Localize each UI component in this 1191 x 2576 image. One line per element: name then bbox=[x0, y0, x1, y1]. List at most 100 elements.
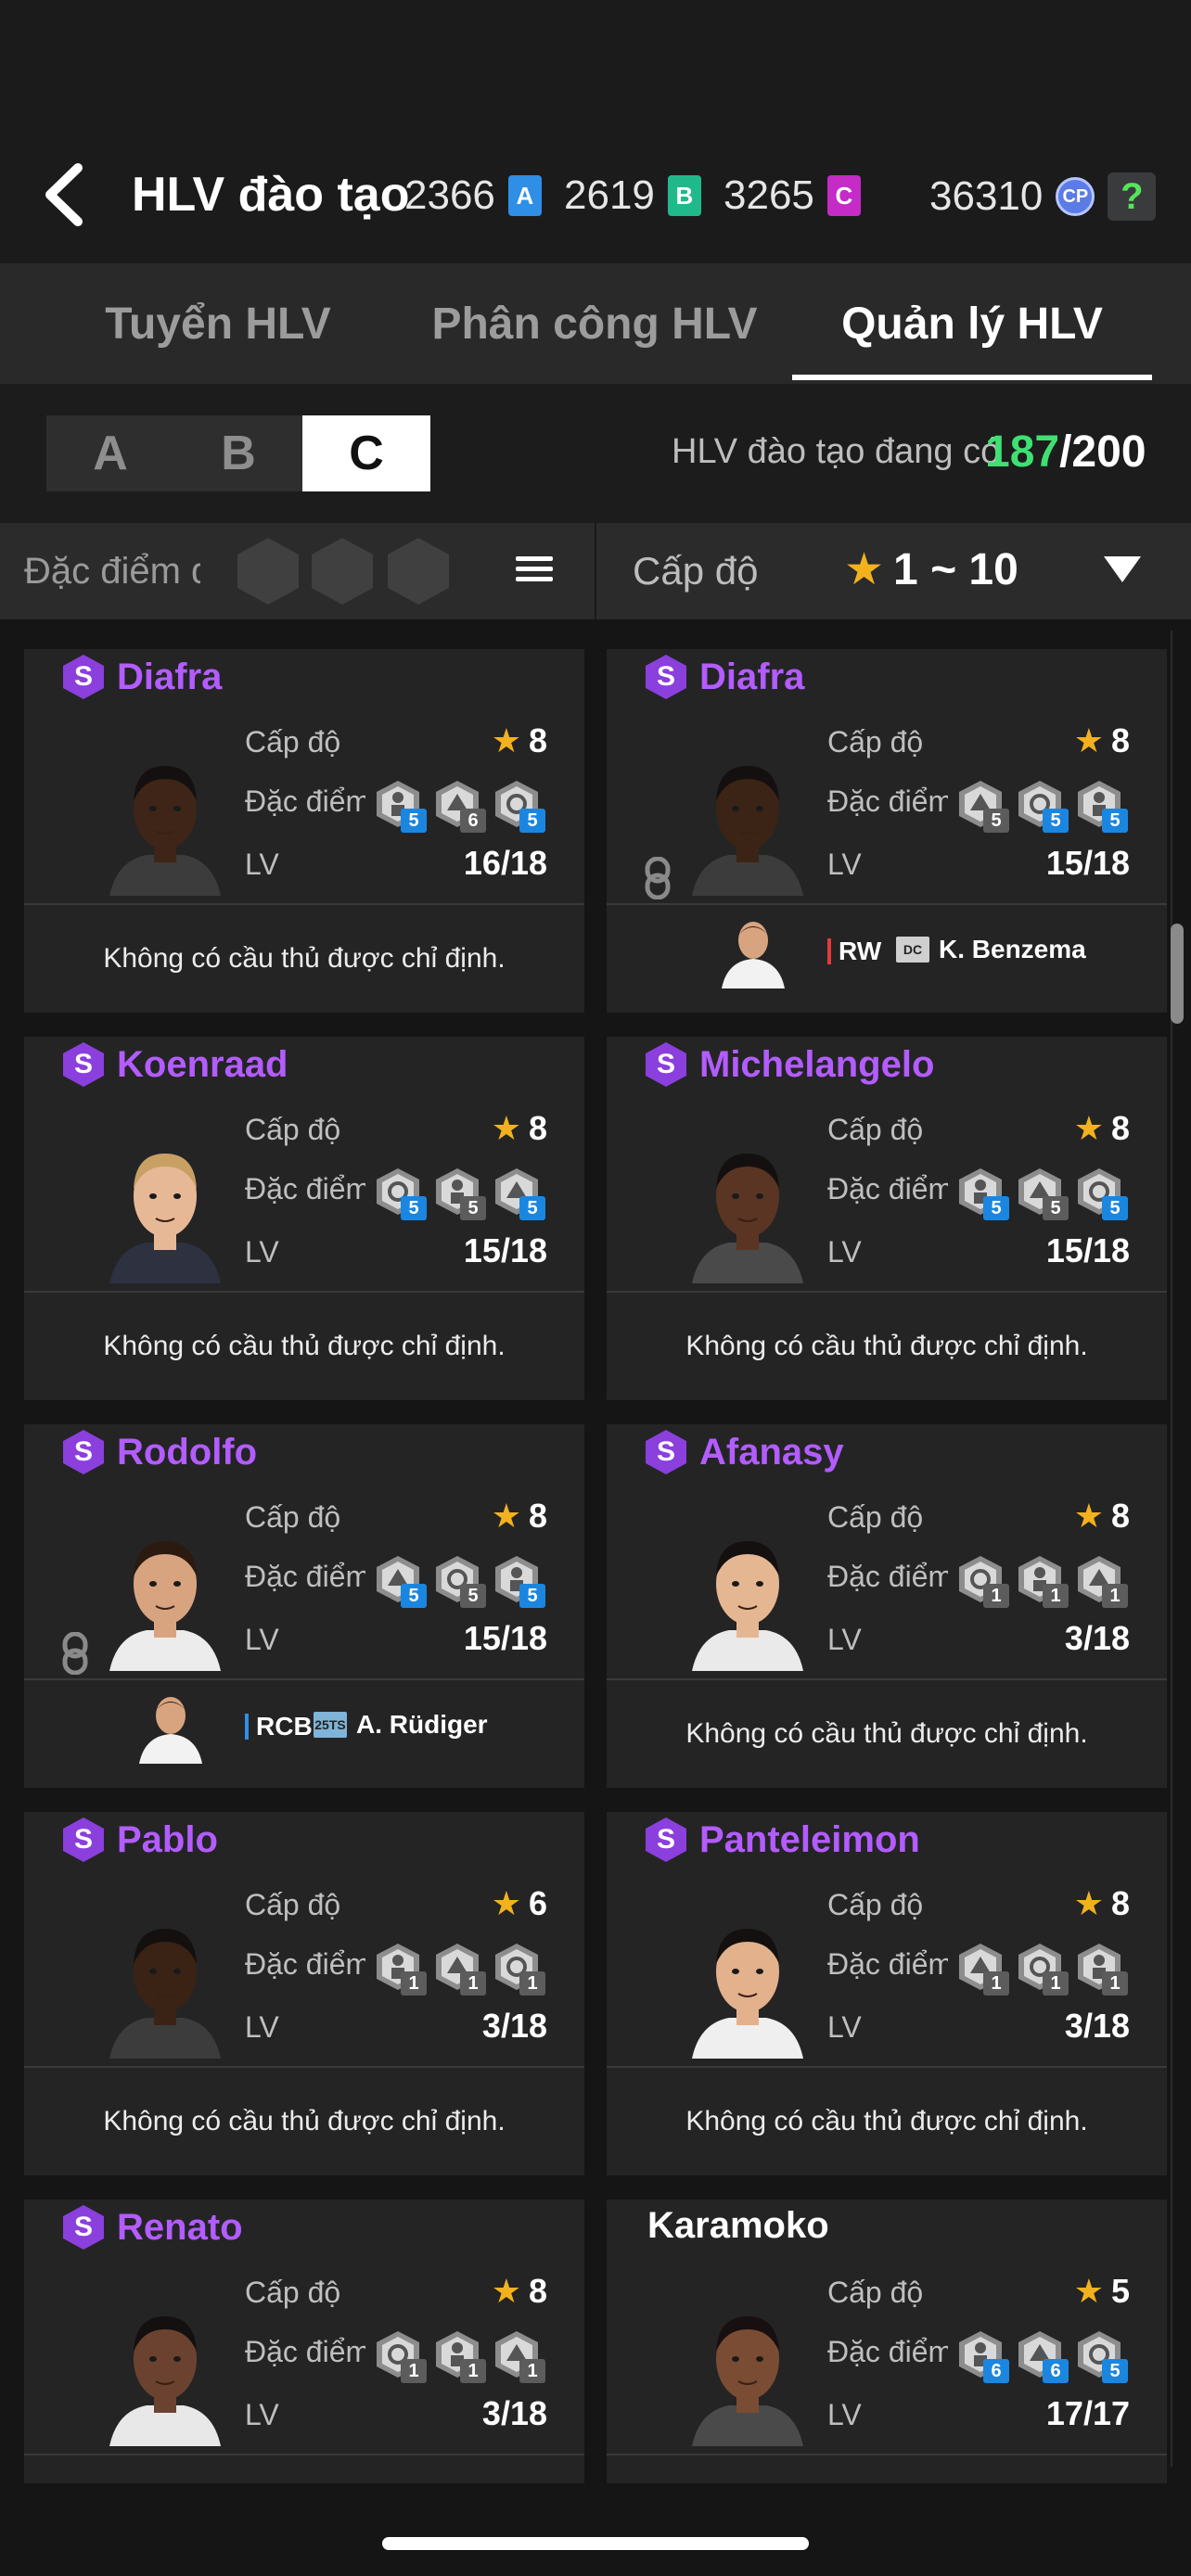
trait-icon[interactable]: 6 bbox=[955, 2329, 1009, 2383]
level-label: Cấp độ bbox=[245, 2276, 341, 2309]
lv-label: LV bbox=[827, 2398, 862, 2431]
coach-name-text: Panteleimon bbox=[699, 1818, 920, 1860]
trait-icon[interactable]: 1 bbox=[432, 2329, 486, 2383]
home-indicator[interactable] bbox=[382, 2537, 809, 2550]
trait-icon[interactable]: 5 bbox=[432, 1167, 486, 1220]
trait-icon[interactable]: 6 bbox=[432, 779, 486, 833]
trait-icon[interactable]: 1 bbox=[373, 1942, 427, 1996]
trait-icon[interactable]: 5 bbox=[432, 1554, 486, 1608]
scrollbar-thumb[interactable] bbox=[1171, 924, 1184, 1024]
trait-icon[interactable]: 1 bbox=[955, 1942, 1009, 1996]
trait-icon[interactable]: 5 bbox=[1015, 779, 1069, 833]
coach-name: S Diafra bbox=[646, 655, 804, 699]
coach-traits: 5 5 5 bbox=[373, 1554, 545, 1608]
trait-icon[interactable]: 1 bbox=[955, 1554, 1009, 1608]
dropdown-arrow-icon[interactable] bbox=[1104, 556, 1141, 582]
no-player-assigned: Không có cầu thủ được chỉ định. bbox=[24, 2455, 584, 2483]
trait-label: Đặc điểm bbox=[827, 1172, 948, 1205]
trait-icon[interactable]: 1 bbox=[1074, 1942, 1128, 1996]
trait-icon[interactable]: 1 bbox=[492, 1942, 545, 1996]
level-filter-value[interactable]: ★ 1 ~ 10 bbox=[844, 543, 1018, 595]
trait-icon[interactable]: 5 bbox=[955, 779, 1009, 833]
menu-icon[interactable] bbox=[512, 551, 557, 592]
trait-icon[interactable]: 5 bbox=[1015, 1167, 1069, 1220]
trait-icon[interactable]: 5 bbox=[373, 1167, 427, 1220]
coach-level-value: 8 bbox=[1110, 1109, 1130, 1147]
coach-name: S Michelangelo bbox=[646, 1042, 934, 1087]
trait-icon[interactable]: 1 bbox=[1015, 1554, 1069, 1608]
no-player-assigned: Không có cầu thủ được chỉ định. bbox=[685, 1718, 1088, 1749]
trait-icon[interactable]: 5 bbox=[373, 779, 427, 833]
trait-icon[interactable]: 5 bbox=[1074, 779, 1128, 833]
trait-level: 5 bbox=[1102, 2359, 1128, 2383]
trait-icon[interactable]: 5 bbox=[492, 1554, 545, 1608]
coach-card[interactable]: S Diafra Cấp độ ★ 8 Đặc điểm 5 6 5 LV 16/18 Không c… bbox=[24, 649, 584, 1013]
trait-icon[interactable]: 5 bbox=[373, 1554, 427, 1608]
trait-icon[interactable]: 6 bbox=[1015, 2329, 1069, 2383]
star-icon: ★ bbox=[491, 721, 521, 759]
lv-label: LV bbox=[827, 1235, 862, 1269]
coach-list[interactable]: S Diafra Cấp độ ★ 8 Đặc điểm 5 6 5 LV 16/18 Không c… bbox=[0, 619, 1191, 2483]
tab-assign[interactable]: Phân công HLV bbox=[427, 263, 762, 384]
star-icon: ★ bbox=[491, 2272, 521, 2310]
assigned-position: RCB bbox=[245, 1712, 313, 1741]
coach-card[interactable]: S Michelangelo Cấp độ ★ 8 Đặc điểm 5 5 5 LV 15/18 K… bbox=[607, 1037, 1167, 1400]
trait-icon[interactable]: 5 bbox=[955, 1167, 1009, 1220]
grade-b-button[interactable]: B bbox=[174, 415, 302, 491]
level-label: Cấp độ bbox=[827, 2276, 924, 2309]
assigned-player[interactable]: RCB 25TS A. Rüdiger bbox=[24, 1632, 584, 1788]
assigned-player-portrait bbox=[722, 922, 785, 988]
assigned-position: RW bbox=[827, 937, 881, 966]
no-player-assigned: Không có cầu thủ được chỉ định. bbox=[103, 943, 506, 974]
coach-card[interactable]: KaramokoCấp độ★5Đặc điểm665LV17/17Không … bbox=[607, 2200, 1167, 2483]
coach-card[interactable]: S Afanasy Cấp độ ★ 8 Đặc điểm 1 1 1 LV 3/18 Không c… bbox=[607, 1424, 1167, 1788]
trait-level: 1 bbox=[519, 2359, 545, 2383]
coach-card[interactable]: S Panteleimon Cấp độ ★ 8 Đặc điểm 1 1 1 LV 3/18 Khô… bbox=[607, 1812, 1167, 2175]
coach-card[interactable]: S Pablo Cấp độ ★ 6 Đặc điểm 1 1 1 LV 3/18 Không có … bbox=[24, 1812, 584, 2175]
no-player-assigned: Không có cầu thủ được chỉ định. bbox=[103, 2106, 506, 2136]
help-button[interactable]: ? bbox=[1108, 172, 1157, 221]
coach-name: S Rodolfo bbox=[63, 1430, 257, 1474]
trait-icon[interactable]: 5 bbox=[492, 1167, 545, 1220]
coach-card[interactable]: S RenatoCấp độ ★8 Đặc điểm 1 1 1 LV 3/18 Không có… bbox=[24, 2200, 584, 2483]
trait-icon[interactable]: 5 bbox=[492, 779, 545, 833]
coach-card[interactable]: S Diafra Cấp độ ★ 8 Đặc điểm 5 5 5 LV 15/18 RW DC K. … bbox=[607, 649, 1167, 1013]
grade-a-button[interactable]: A bbox=[46, 415, 174, 491]
star-icon: ★ bbox=[1073, 1884, 1104, 1922]
rank-s-badge-icon: S bbox=[63, 655, 104, 699]
coach-traits: 1 1 1 bbox=[373, 1942, 545, 1996]
currency-c: 3265 C bbox=[724, 172, 861, 219]
tab-recruit[interactable]: Tuyển HLV bbox=[56, 263, 380, 384]
coach-level: ★ 8 bbox=[492, 1497, 547, 1536]
trait-icon[interactable]: 1 bbox=[432, 1942, 486, 1996]
trait-icon[interactable]: 1 bbox=[373, 2329, 427, 2383]
link-icon bbox=[62, 1632, 88, 1675]
trait-icon[interactable]: 5 bbox=[1074, 2329, 1128, 2383]
trait-icon[interactable]: 1 bbox=[492, 2329, 545, 2383]
coach-portrait bbox=[109, 1154, 221, 1283]
trait-icon[interactable]: 1 bbox=[1074, 1554, 1128, 1608]
back-button[interactable] bbox=[32, 158, 96, 232]
coach-name: S Renato bbox=[63, 2205, 243, 2250]
coach-card[interactable]: S Rodolfo Cấp độ ★ 8 Đặc điểm 5 5 5 LV 15/18 RCB 25T… bbox=[24, 1424, 584, 1788]
active-tab-indicator bbox=[792, 375, 1152, 380]
tab-manage[interactable]: Quản lý HLV bbox=[792, 263, 1152, 384]
level-range-text: 1 ~ 10 bbox=[893, 545, 1018, 594]
trait-icon[interactable]: 1 bbox=[1015, 1942, 1069, 1996]
coach-traits: 5 5 5 bbox=[373, 1167, 545, 1220]
chevron-left-icon bbox=[45, 163, 83, 226]
trait-filter-label[interactable]: Đặc điểm đ bbox=[24, 551, 200, 593]
rank-s-badge-icon: S bbox=[646, 1042, 686, 1087]
coach-portrait bbox=[692, 1154, 803, 1283]
trait-level: 5 bbox=[401, 1584, 427, 1608]
grade-c-button[interactable]: C bbox=[302, 415, 430, 491]
level-label: Cấp độ bbox=[827, 725, 924, 759]
coach-name-text: Michelangelo bbox=[699, 1043, 935, 1085]
coach-traits: 5 5 5 bbox=[955, 1167, 1128, 1220]
assigned-player[interactable]: RW DC K. Benzema bbox=[607, 857, 1167, 1013]
coach-name-text: Rodolfo bbox=[117, 1431, 258, 1473]
lv-label: LV bbox=[827, 1623, 862, 1656]
top-bar: HLV đào tạo 2366 A 2619 B 3265 C 36310 C… bbox=[0, 0, 1191, 263]
coach-card[interactable]: S Koenraad Cấp độ ★ 8 Đặc điểm 5 5 5 LV 15/18 Không… bbox=[24, 1037, 584, 1400]
trait-icon[interactable]: 5 bbox=[1074, 1167, 1128, 1220]
